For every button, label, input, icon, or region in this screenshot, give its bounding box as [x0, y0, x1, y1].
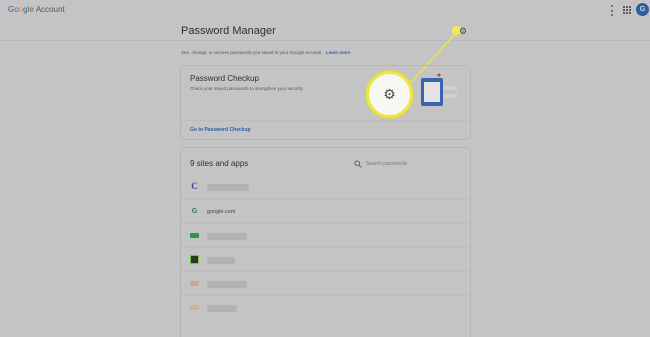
- gear-icon: ⚙: [383, 86, 396, 102]
- google-account-logo[interactable]: Google Account: [8, 5, 65, 15]
- site-favicon-icon: [190, 303, 199, 312]
- saved-sites-card: 9 sites and apps Search passwords C G go…: [180, 147, 471, 337]
- list-item[interactable]: [181, 223, 470, 247]
- dark-green-favicon-icon: [190, 255, 199, 264]
- password-checkup-title: Password Checkup: [190, 74, 259, 83]
- search-passwords[interactable]: Search passwords: [354, 160, 464, 170]
- page-subtitle: See, change, or remove passwords you sav…: [181, 50, 351, 55]
- top-bar: Google Account G: [0, 0, 650, 21]
- list-item[interactable]: C: [181, 175, 470, 199]
- list-item[interactable]: [181, 247, 470, 271]
- site-name: google.com: [207, 209, 236, 215]
- page-title: Password Manager: [181, 25, 276, 37]
- list-item[interactable]: [181, 295, 470, 319]
- site-favicon-c-icon: C: [191, 181, 198, 191]
- search-input[interactable]: Search passwords: [366, 161, 407, 167]
- go-to-password-checkup-link[interactable]: Go to Password Checkup: [190, 127, 251, 133]
- blurred-site-name: [207, 184, 249, 191]
- blurred-site-name: [207, 305, 237, 312]
- password-checkup-card: Password Checkup Check your saved passwo…: [180, 65, 471, 140]
- red-favicon-icon: [190, 279, 199, 288]
- blurred-site-name: [207, 233, 247, 240]
- blurred-site-name: [207, 257, 235, 264]
- blurred-site-name: [207, 281, 247, 288]
- apps-grid-icon[interactable]: [623, 6, 631, 14]
- password-checkup-description: Check your saved passwords to strengthen…: [190, 86, 304, 91]
- search-icon: [354, 160, 362, 168]
- saved-sites-title: 9 sites and apps: [190, 159, 249, 168]
- learn-more-link[interactable]: Learn more: [326, 50, 351, 55]
- card-divider: [181, 120, 470, 121]
- avatar[interactable]: G: [636, 3, 649, 16]
- google-favicon-icon: G: [191, 208, 198, 215]
- list-item[interactable]: G google.com: [181, 199, 470, 223]
- header-divider: [0, 40, 650, 41]
- list-item[interactable]: [181, 271, 470, 295]
- settings-callout-highlight: ⚙: [366, 71, 413, 118]
- green-badge-favicon-icon: [190, 231, 199, 240]
- more-options-icon[interactable]: [610, 5, 614, 16]
